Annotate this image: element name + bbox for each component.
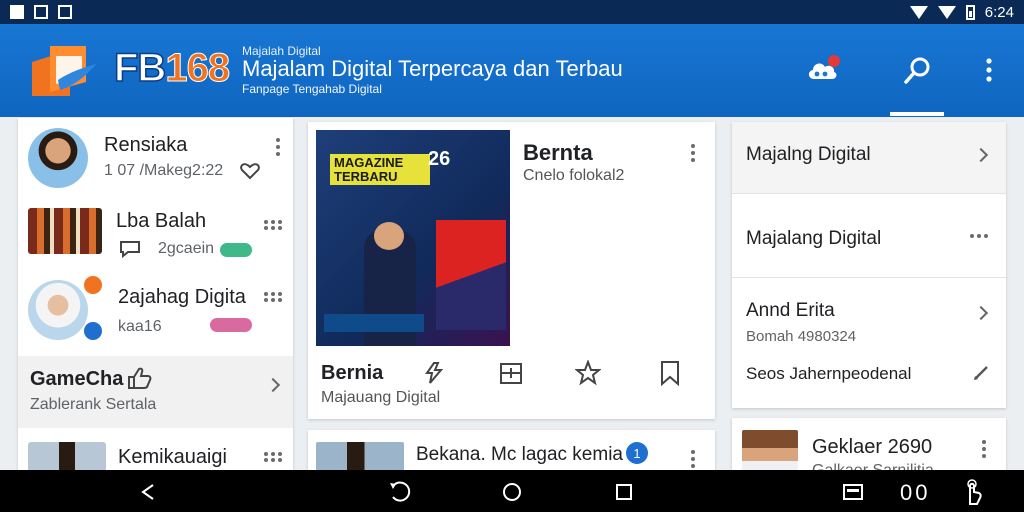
cloud-button[interactable] [800, 48, 844, 92]
app-title: Majalam Digital Terpercaya dan Terbau [242, 56, 623, 81]
post-title: Bernta [523, 140, 593, 165]
menu-item[interactable]: Annd Erita Bomah 4980324 [732, 278, 1006, 354]
thumbnail-image [28, 208, 102, 254]
menu-item[interactable]: Majalng Digital [732, 122, 1006, 194]
more-vert-icon [986, 58, 992, 82]
magazine-cover-image: MAGAZINE TERBARU 26 [316, 130, 510, 346]
more-vert-icon[interactable] [691, 144, 695, 162]
battery-icon [965, 4, 975, 20]
chat-bubble-icon [120, 241, 140, 258]
contacts-list: Rensiaka 1 07 /Makeg2:22 Lba Balah 2gcae… [18, 118, 293, 472]
grid-menu-icon[interactable] [264, 452, 282, 462]
wifi-icon [909, 5, 928, 19]
featured-post-card[interactable]: MAGAZINE TERBARU 26 Bernta Cnelo folokal… [308, 122, 715, 419]
notification-icon [10, 5, 24, 19]
list-item[interactable]: Rensiaka 1 07 /Makeg2:22 [18, 118, 293, 198]
menu-card: Majalng Digital Majalang Digital Annd Er… [732, 122, 1006, 408]
back-icon[interactable] [140, 483, 156, 501]
fb168-logo [32, 46, 96, 96]
calendar-icon[interactable] [498, 360, 524, 386]
badge-icon [84, 276, 102, 294]
heart-icon[interactable] [240, 162, 260, 180]
grid-menu-icon[interactable] [264, 292, 282, 302]
chevron-right-icon [973, 305, 989, 321]
message-notification-icon [58, 5, 72, 19]
chevron-right-icon [265, 377, 281, 393]
search-icon [904, 57, 930, 84]
bookmark-icon[interactable] [657, 360, 683, 386]
menu-item[interactable]: Majalang Digital [732, 194, 1006, 278]
menu-item[interactable]: Seos Jahernpeodenal [732, 354, 1006, 408]
post-caption: Majauang Digital [321, 389, 441, 406]
status-bar: 6:24 [0, 0, 1024, 24]
profile-title: Geklaer 2690 [812, 436, 933, 458]
avatar [28, 128, 88, 188]
list-item[interactable]: GameCha Zablerank Sertala [18, 356, 293, 428]
list-item[interactable]: 2ajahag Digita kaa16 [18, 276, 293, 356]
nav-extra-text: 00 [900, 480, 931, 505]
brand-logo-text: FB168 [113, 45, 230, 91]
star-icon[interactable] [575, 360, 601, 386]
more-vert-icon[interactable] [691, 450, 695, 468]
home-icon[interactable] [502, 482, 522, 502]
recents-icon[interactable] [615, 483, 633, 501]
status-time: 6:24 [984, 3, 1014, 21]
thumbnail-image [28, 442, 106, 472]
app-bar: FB168 Majalah Digital Majalam Digital Te… [0, 24, 1024, 117]
signal-icon [937, 5, 956, 19]
image-notification-icon [34, 5, 48, 19]
chevron-right-icon [973, 147, 989, 163]
notification-badge [828, 55, 840, 67]
keyboard-icon[interactable] [842, 483, 864, 501]
more-vert-icon[interactable] [982, 440, 986, 458]
navigation-bar: 00 [0, 470, 1024, 512]
more-vert-icon[interactable] [276, 138, 280, 156]
post-author: Bernia [321, 362, 384, 384]
thumbs-up-icon[interactable] [126, 366, 152, 390]
post-subtitle: Cnelo folokal2 [523, 167, 625, 184]
more-horiz-icon[interactable] [970, 234, 988, 238]
list-item[interactable]: Kemikauaigi [18, 436, 293, 472]
search-button[interactable] [894, 46, 942, 94]
active-tab-indicator [890, 112, 944, 116]
rotate-icon[interactable] [388, 481, 412, 503]
post-title: Bekana. Mc lagac kemia [416, 444, 623, 465]
verified-icon [84, 322, 102, 340]
recycle-icon[interactable] [421, 360, 447, 386]
list-item[interactable]: Lba Balah 2gcaein [18, 198, 293, 276]
grid-menu-icon[interactable] [264, 220, 282, 230]
status-pill [220, 243, 252, 257]
status-pill [210, 318, 252, 332]
app-subtitle: Fanpage Tengahab Digital [242, 82, 382, 96]
overflow-menu-button[interactable] [974, 50, 1004, 90]
touch-icon[interactable] [962, 478, 984, 506]
badge: 1 [626, 442, 648, 464]
avatar [28, 280, 88, 340]
edit-icon[interactable] [972, 364, 990, 382]
